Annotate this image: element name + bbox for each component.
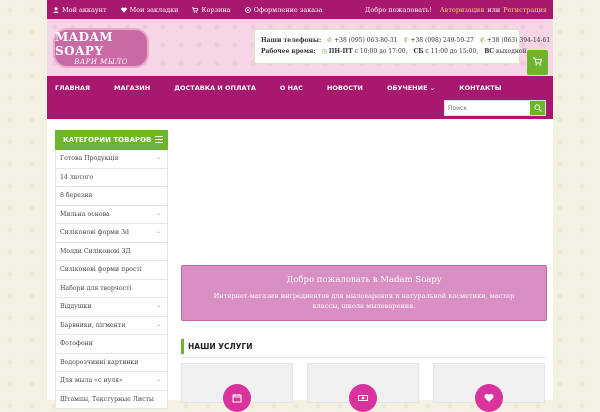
category-label: Набори для творчості (60, 284, 132, 292)
category-item[interactable]: Силіконові форми 3d ⌄ (55, 224, 168, 243)
cart-icon (192, 6, 199, 13)
nav-home[interactable]: ГЛАВНАЯ (55, 84, 90, 92)
calendar-icon (223, 384, 251, 412)
service-card-2[interactable] (307, 363, 419, 412)
nav-news[interactable]: НОВОСТИ (327, 84, 363, 92)
category-item[interactable]: Барвники, пігменти ⌄ (55, 316, 168, 335)
category-title: КАТЕГОРИИ ТОВАРОВ (63, 136, 152, 144)
category-item[interactable]: Мильна основа ⌄ (55, 205, 168, 224)
cart-link[interactable]: Корзина (192, 5, 231, 14)
user-icon (53, 6, 59, 13)
heart-icon (475, 384, 503, 412)
header-cart-button[interactable] (527, 50, 548, 75)
service-card-3[interactable] (433, 363, 545, 412)
category-item[interactable]: Віддушки ⌄ (55, 298, 168, 317)
service-card-1[interactable] (181, 363, 293, 412)
search-box (444, 100, 546, 116)
nav-shop[interactable]: МАГАЗИН (114, 84, 150, 92)
or-text: или (487, 5, 501, 14)
share-icon (244, 6, 251, 13)
cart-label: Корзина (201, 5, 231, 14)
page: Мой аккаунт Мои закладки Корзина Оформле… (47, 0, 553, 412)
heart-icon (120, 7, 127, 13)
category-label: Готова Продукція (60, 155, 119, 163)
services-divider (181, 357, 547, 358)
welcome-text: Добро пожаловать! (365, 5, 432, 14)
hours-label: Рабочее время: (261, 48, 316, 55)
category-label: Силіконові форми 3d (60, 229, 129, 237)
category-label: Мильна основа (60, 210, 110, 218)
phone-1[interactable]: +38 (095) 063-80-31 (327, 35, 397, 46)
my-account-label: Мой аккаунт (62, 5, 107, 14)
category-label: Силіконові форми прості (60, 266, 142, 274)
chevron-down-icon[interactable]: ⌄ (156, 154, 161, 161)
site-logo[interactable]: MADAM SOAPY ВАРИ МЫЛО (53, 28, 149, 68)
category-item[interactable]: Водорозчинні картинки (55, 353, 168, 372)
money-icon (349, 384, 377, 412)
register-link[interactable]: Регистрация (503, 6, 547, 14)
welcome-description: Интернет-магазин ингредиентов для мылова… (213, 292, 515, 310)
nav-delivery[interactable]: ДОСТАВКА И ОПЛАТА (174, 84, 256, 92)
category-item[interactable]: Для мыла «с нуля» ⌄ (55, 372, 168, 391)
header: MADAM SOAPY ВАРИ МЫЛО Наши телефоны: +38… (47, 19, 553, 76)
chevron-down-icon[interactable]: ⌄ (156, 302, 161, 309)
category-item[interactable]: 14 лютого (55, 168, 168, 187)
search-input[interactable] (445, 101, 530, 115)
category-item[interactable]: Силіконові форми прості (55, 261, 168, 280)
category-label: Штампы, Текстурные Листы (60, 395, 154, 403)
chevron-down-icon[interactable]: ⌄ (156, 228, 161, 235)
chevron-down-icon[interactable]: ⌄ (156, 210, 161, 217)
hours-sunday: ВС выходной (484, 48, 527, 55)
main-nav: ГЛАВНАЯ МАГАЗИН ДОСТАВКА И ОПЛАТА О НАС … (47, 76, 553, 99)
logo-title: MADAM SOAPY (55, 30, 114, 58)
welcome-title: Добро пожаловать в Madam Soapy (286, 275, 442, 285)
top-bar: Мой аккаунт Мои закладки Корзина Оформле… (47, 0, 553, 19)
hours-weekdays: ПН-ПТ с 10:00 до 17:00, (322, 46, 408, 57)
category-header[interactable]: КАТЕГОРИИ ТОВАРОВ (55, 130, 168, 150)
category-item[interactable]: Набори для творчості (55, 279, 168, 298)
logo-subtitle: ВАРИ МЫЛО (74, 58, 128, 66)
chevron-down-icon: ⌄ (429, 83, 436, 92)
category-label: Барвники, пігменти (60, 321, 126, 329)
category-item[interactable]: 8 березня (55, 187, 168, 206)
category-label: Водорозчинні картинки (60, 358, 139, 366)
search-bar-row (47, 99, 553, 119)
nav-contacts[interactable]: КОНТАКТЫ (459, 84, 501, 92)
phones-label: Наши телефоны: (261, 37, 322, 44)
wishlist-link[interactable]: Мои закладки (120, 5, 179, 14)
checkout-link[interactable]: Оформление заказа (244, 5, 323, 14)
my-account-link[interactable]: Мой аккаунт (53, 6, 107, 14)
welcome-box: Добро пожаловать в Madam Soapy Интернет-… (181, 265, 547, 321)
login-link[interactable]: Авторизация (440, 6, 485, 14)
nav-about[interactable]: О НАС (280, 84, 303, 92)
category-item[interactable]: Молди Силіконовi 3Д (55, 242, 168, 261)
slider-area (181, 130, 547, 258)
phone-3[interactable]: +38 (063) 394-14-61 (480, 35, 550, 46)
category-label: Молди Силіконовi 3Д (60, 247, 131, 255)
category-label: Фотофони (60, 340, 93, 348)
category-item[interactable]: Готова Продукція ⌄ (55, 150, 168, 169)
cart-icon (533, 57, 543, 69)
services-title: НАШИ УСЛУГИ (181, 339, 253, 354)
category-label: 8 березня (60, 192, 93, 200)
category-sidebar: КАТЕГОРИИ ТОВАРОВ Готова Продукція ⌄ 14 лю… (55, 130, 168, 409)
wishlist-label: Мои закладки (129, 5, 179, 14)
search-button[interactable] (530, 101, 545, 115)
category-label: Віддушки (60, 303, 92, 311)
search-icon (533, 104, 542, 112)
category-list: Готова Продукція ⌄ 14 лютого 8 березня Мильн… (55, 150, 168, 409)
category-label: 14 лютого (60, 173, 94, 181)
contact-box: Наши телефоны: +38 (095) 063-80-31 +38 (… (254, 29, 550, 64)
hours-saturday: СБ с 11:00 до 15:00, (413, 48, 479, 55)
chevron-down-icon[interactable]: ⌄ (156, 376, 161, 383)
category-label: Для мыла «с нуля» (60, 377, 123, 385)
chevron-down-icon[interactable]: ⌄ (156, 321, 161, 328)
checkout-label: Оформление заказа (253, 5, 323, 14)
category-item[interactable]: Фотофони (55, 335, 168, 354)
phone-2[interactable]: +38 (098) 249-59-27 (404, 35, 473, 46)
nav-training[interactable]: ОБУЧЕНИЕ ⌄ (387, 84, 435, 92)
menu-icon (155, 136, 163, 143)
